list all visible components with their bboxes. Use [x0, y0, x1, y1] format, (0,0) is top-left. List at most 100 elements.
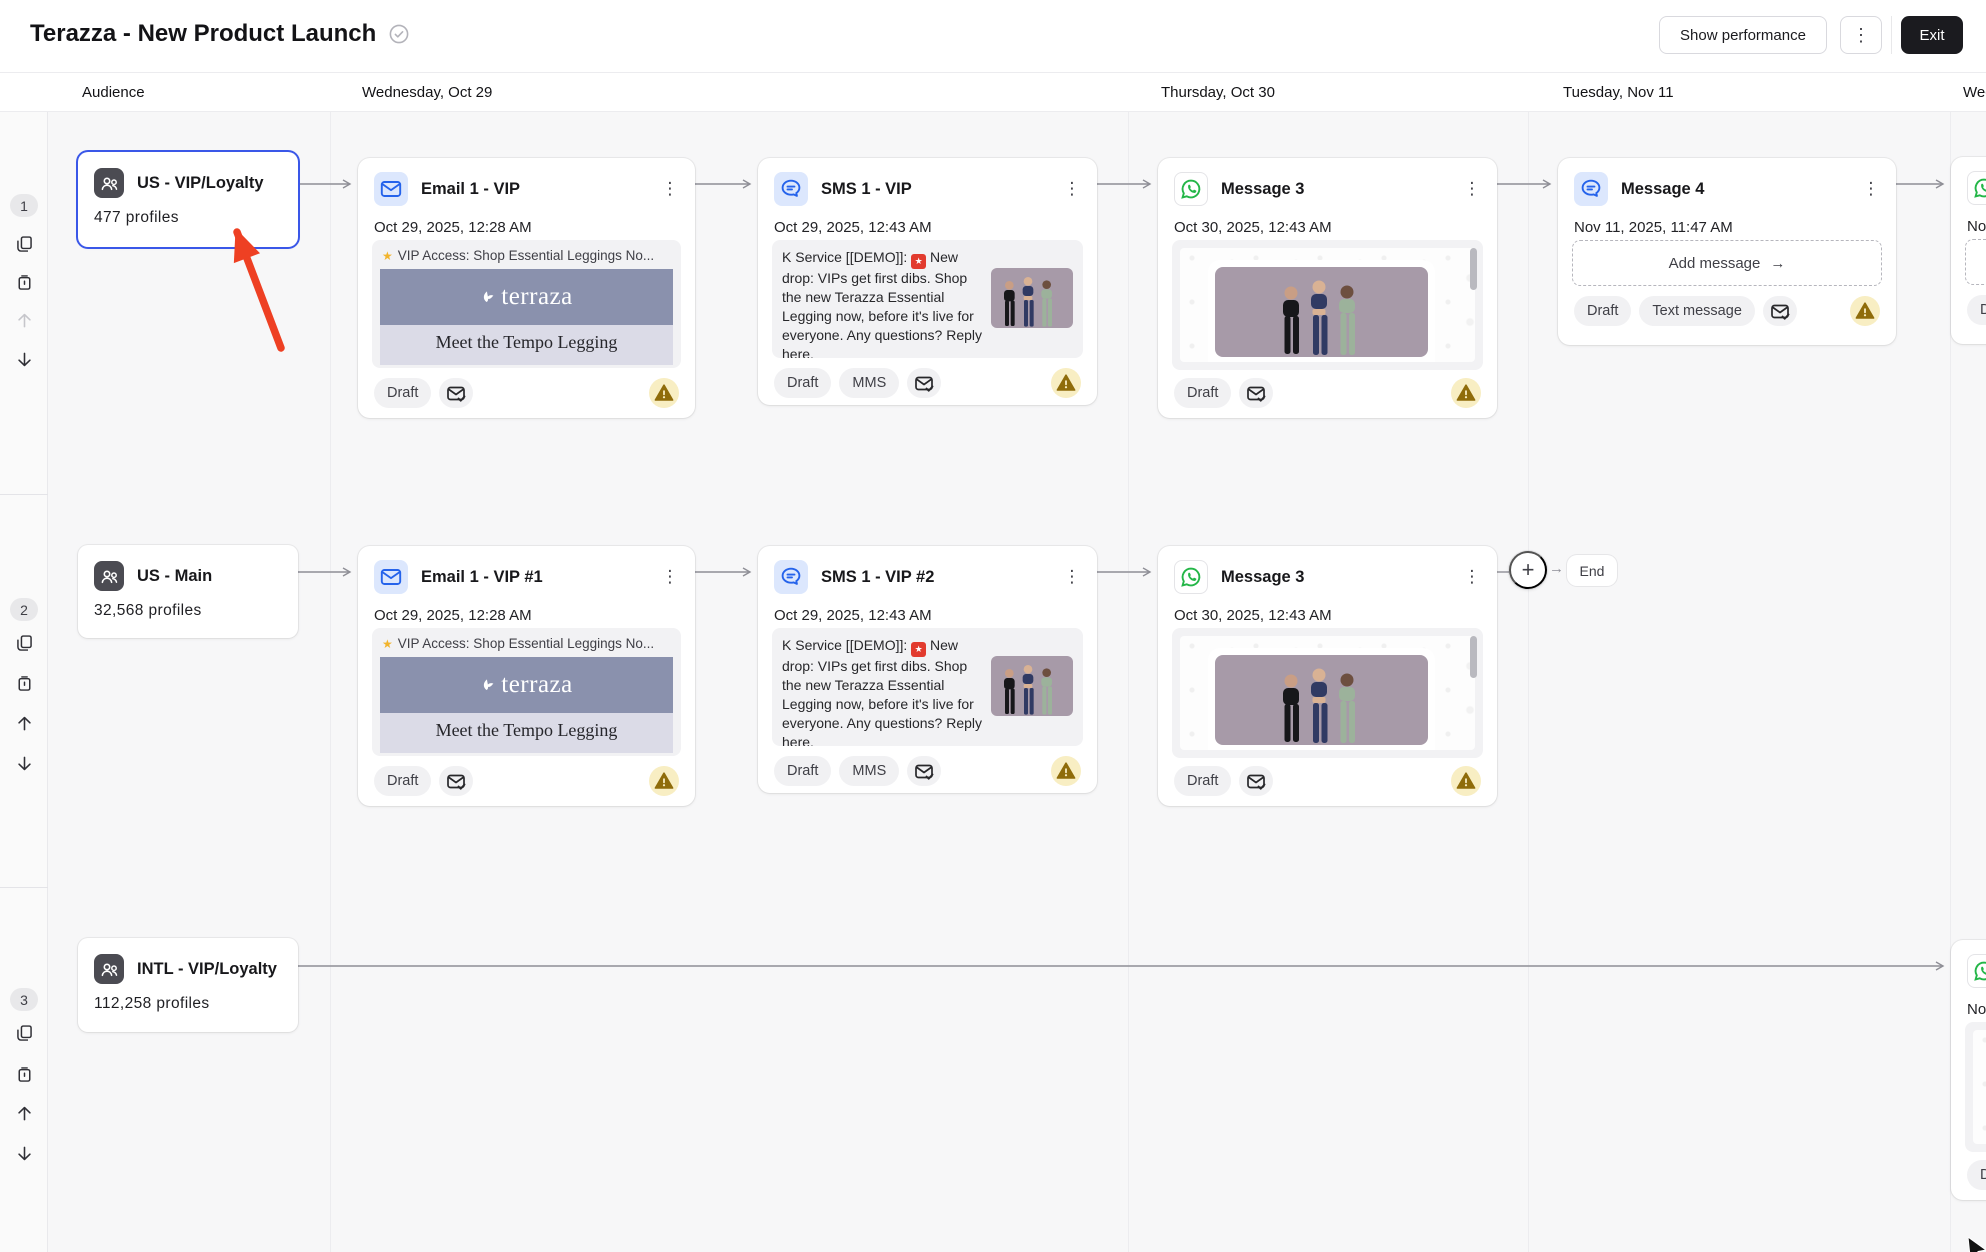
type-badge: MMS [839, 756, 899, 786]
audience-card-us-vip-loyalty[interactable]: US - VIP/Loyalty 477 profiles [78, 152, 298, 247]
campaign-photo [1215, 655, 1428, 745]
duplicate-row-button[interactable] [13, 235, 35, 257]
status-badge: Draft [774, 368, 831, 398]
whatsapp-preview [1172, 628, 1483, 758]
add-message-button[interactable] [1965, 239, 1986, 285]
leaf-icon [480, 290, 494, 304]
new-badge-icon: ★ [911, 642, 926, 657]
campaign-title: Terazza - New Product Launch [30, 20, 376, 48]
message-card-sms1[interactable]: SMS 1 - VIP ⋮ Oct 29, 2025, 12:43 AM K S… [758, 158, 1097, 405]
send-time: Oct 30, 2025, 12:43 AM [1158, 594, 1497, 624]
send-time: Oct 29, 2025, 12:43 AM [758, 206, 1097, 236]
column-header-tue-nov-11: Tuesday, Nov 11 [1563, 73, 1674, 112]
column-header-next: Wednesday [1963, 73, 1986, 112]
kebab-icon[interactable]: ⋮ [1061, 567, 1083, 587]
column-divider [1528, 72, 1529, 1252]
kebab-icon[interactable]: ⋮ [659, 567, 681, 587]
add-message-label: Add message [1669, 255, 1761, 272]
exit-button[interactable]: Exit [1901, 16, 1963, 54]
whatsapp-icon [1967, 171, 1986, 205]
whatsapp-icon [1174, 560, 1208, 594]
arrow-down-icon [14, 753, 35, 777]
message-card-message4[interactable]: Message 4 ⋮ Nov 11, 2025, 11:47 AM Add m… [1558, 158, 1896, 345]
audience-profile-count: 477 profiles [78, 198, 298, 227]
kebab-icon[interactable]: ⋮ [1461, 567, 1483, 587]
warning-icon [649, 766, 679, 796]
warning-icon [1051, 368, 1081, 398]
delete-row-button[interactable] [13, 1065, 35, 1087]
row-number-badge: 2 [10, 598, 38, 621]
show-performance-button[interactable]: Show performance [1659, 16, 1827, 54]
whatsapp-icon [1174, 172, 1208, 206]
sms-body: New drop: VIPs get first dibs. Shop the … [782, 249, 982, 358]
email-icon [374, 560, 408, 594]
campaign-photo [1215, 267, 1428, 357]
message-card-whatsapp1[interactable]: Message 3 ⋮ Oct 30, 2025, 12:43 AM Draft [1158, 158, 1497, 418]
duplicate-row-button[interactable] [13, 634, 35, 656]
card-title: Email 1 - VIP #1 [421, 568, 646, 587]
sms-preview: K Service [[DEMO]]: ★ New drop: VIPs get… [772, 240, 1083, 358]
status-badge: Draft [374, 766, 431, 796]
message-card-sms2[interactable]: SMS 1 - VIP #2 ⋮ Oct 29, 2025, 12:43 AM … [758, 546, 1097, 793]
status-badge: Draft [1574, 296, 1631, 326]
send-time: Oct 29, 2025, 12:28 AM [358, 594, 695, 624]
status-badge: Draft [774, 756, 831, 786]
row-number-badge: 3 [10, 988, 38, 1011]
campaign-orchestration-page: Terazza - New Product Launch Show perfor… [0, 0, 1986, 1252]
star-icon: ★ [382, 249, 393, 263]
brand-logo: terraza [501, 283, 572, 311]
column-header-wed-oct-29: Wednesday, Oct 29 [362, 73, 492, 112]
message-card-email1[interactable]: Email 1 - VIP ⋮ Oct 29, 2025, 12:28 AM ★… [358, 158, 695, 418]
warning-icon [1451, 378, 1481, 408]
audience-card-intl-vip-loyalty[interactable]: INTL - VIP/Loyalty 112,258 profiles [78, 938, 298, 1032]
audience-profile-count: 32,568 profiles [78, 591, 298, 620]
move-row-down-button[interactable] [13, 1144, 35, 1166]
kebab-icon[interactable]: ⋮ [1461, 179, 1483, 199]
mms-image-thumbnail [991, 656, 1073, 716]
message-card-email2[interactable]: Email 1 - VIP #1 ⋮ Oct 29, 2025, 12:28 A… [358, 546, 695, 806]
kebab-icon[interactable]: ⋮ [659, 179, 681, 199]
move-row-down-button[interactable] [13, 754, 35, 776]
move-row-up-button[interactable] [13, 311, 35, 333]
envelope-check-icon [439, 378, 473, 408]
sms-icon [774, 172, 808, 206]
move-row-up-button[interactable] [13, 1104, 35, 1126]
copy-icon [14, 633, 35, 657]
plus-icon: + [1522, 557, 1535, 583]
audience-name: US - VIP/Loyalty [137, 174, 264, 193]
envelope-check-icon [439, 766, 473, 796]
email-hero-banner: terraza [380, 657, 673, 713]
trash-icon [14, 673, 35, 697]
move-row-down-button[interactable] [13, 350, 35, 372]
end-node[interactable]: End [1567, 555, 1617, 586]
delete-row-button[interactable] [13, 273, 35, 295]
duplicate-row-button[interactable] [13, 1024, 35, 1046]
audience-card-us-main[interactable]: US - Main 32,568 profiles [78, 545, 298, 638]
whatsapp-doodle-background [1180, 636, 1475, 750]
mms-image-thumbnail [991, 268, 1073, 328]
message-card-partial-r1[interactable]: Nov Draft [1951, 157, 1986, 344]
app-header: Terazza - New Product Launch Show perfor… [0, 0, 1986, 72]
preview-scrollbar[interactable] [1470, 636, 1477, 678]
message-card-partial-r3[interactable]: Nov Draft [1951, 940, 1986, 1200]
email-subject: VIP Access: Shop Essential Leggings No..… [398, 636, 654, 651]
email-subject: VIP Access: Shop Essential Leggings No..… [398, 248, 654, 263]
preview-scrollbar[interactable] [1470, 248, 1477, 290]
email-preview: ★ VIP Access: Shop Essential Leggings No.… [372, 628, 681, 756]
add-step-button[interactable]: + [1509, 551, 1547, 589]
status-badge: Draft [1174, 766, 1231, 796]
kebab-icon[interactable]: ⋮ [1061, 179, 1083, 199]
status-badge: Draft [1967, 295, 1986, 325]
delete-row-button[interactable] [13, 674, 35, 696]
warning-icon [1850, 296, 1880, 326]
message-card-whatsapp2[interactable]: Message 3 ⋮ Oct 30, 2025, 12:43 AM Draft [1158, 546, 1497, 806]
kebab-icon[interactable]: ⋮ [1860, 179, 1882, 199]
star-icon: ★ [382, 637, 393, 651]
kebab-icon: ⋮ [1852, 26, 1870, 44]
audience-icon [94, 954, 124, 984]
more-options-button[interactable]: ⋮ [1840, 16, 1882, 54]
arrow-up-icon [14, 1103, 35, 1127]
move-row-up-button[interactable] [13, 714, 35, 736]
add-message-button[interactable]: Add message → [1572, 240, 1882, 286]
sms-icon [774, 560, 808, 594]
